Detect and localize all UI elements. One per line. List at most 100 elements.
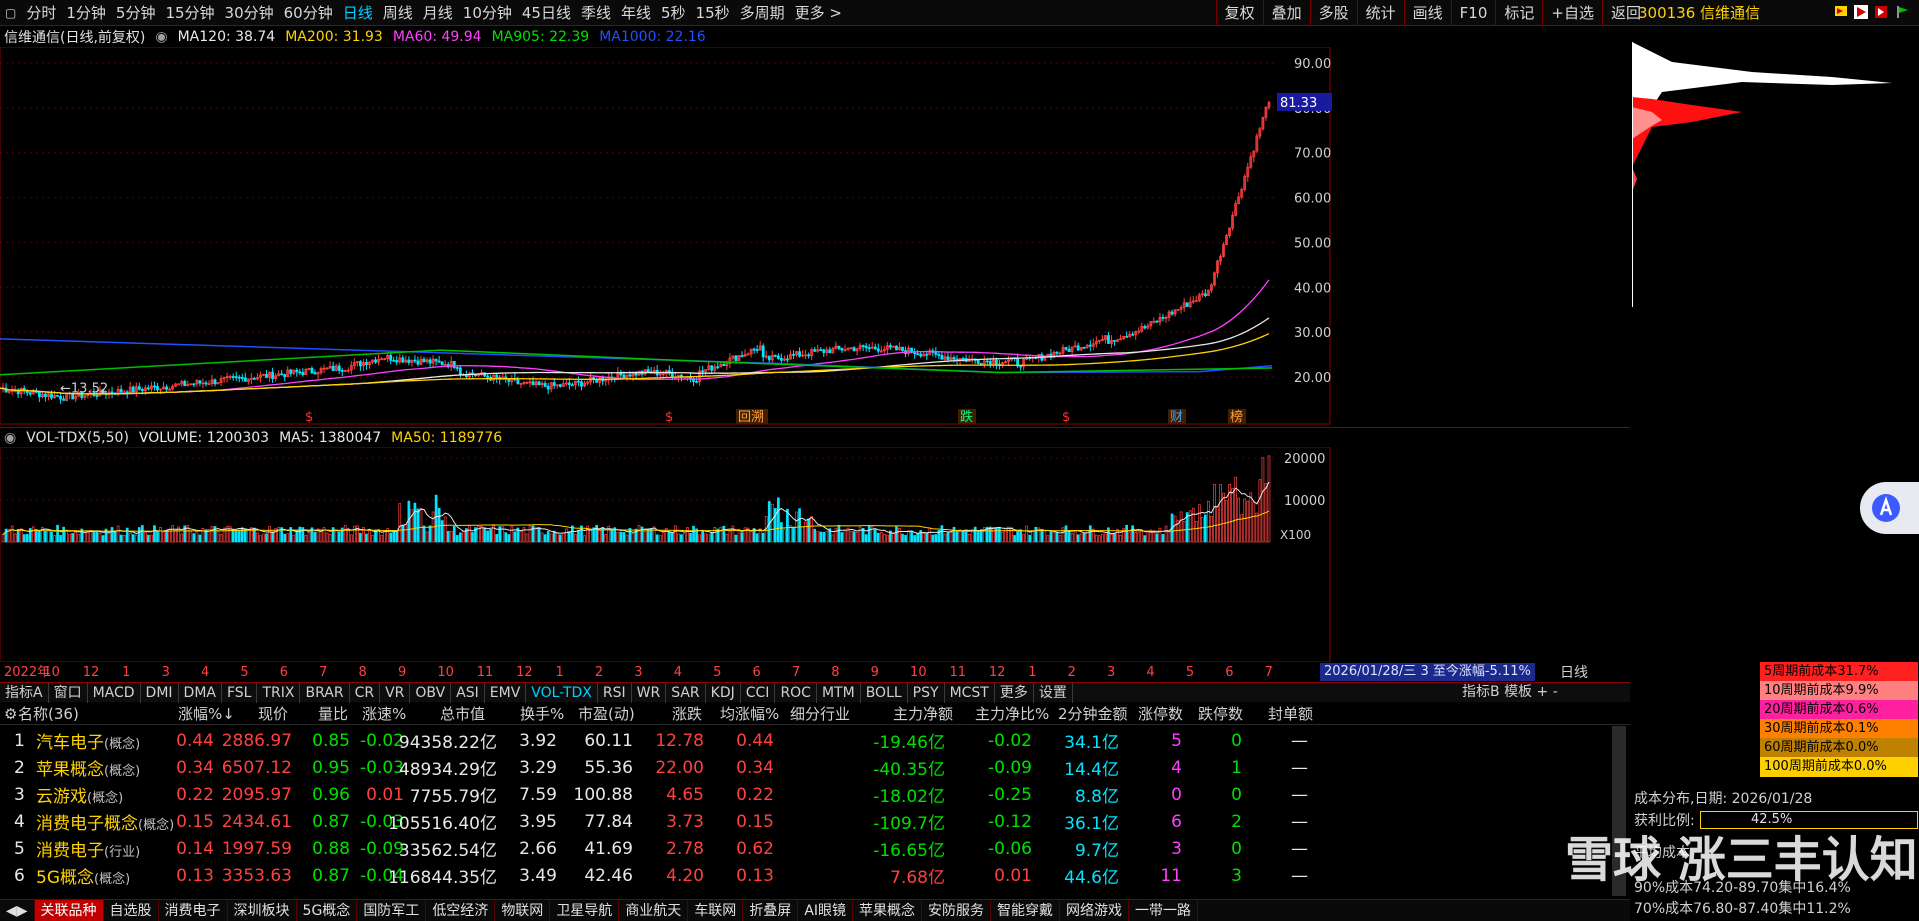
sector-tab[interactable]: 自选股 <box>104 899 159 921</box>
table-row[interactable]: 1 汽车电子(概念) 0.44 2886.97 0.85 -0.02 94358.22亿 3.… <box>0 727 1630 754</box>
tab-weekly[interactable]: 周线 <box>378 0 418 26</box>
indicator-tab[interactable]: 指标A <box>0 682 49 703</box>
column-header[interactable]: 均涨幅% <box>720 703 779 724</box>
indicator-tab[interactable]: VOL-TDX <box>526 682 598 703</box>
ma-dropdown-icon[interactable]: ◉ <box>155 29 167 45</box>
volume-chart[interactable]: 20000 10000 X100 <box>0 447 1332 662</box>
sector-tab[interactable]: 折叠屏 <box>743 899 799 921</box>
tab-5min[interactable]: 5分钟 <box>111 0 161 26</box>
restore-rights-button[interactable]: 复权 <box>1215 0 1263 26</box>
tab-multi-period[interactable]: 多周期 <box>735 0 790 26</box>
flag-icon-2[interactable] <box>1896 5 1910 19</box>
indicator-tab[interactable]: FSL <box>222 682 258 703</box>
sector-tab[interactable]: 关联品种 <box>34 899 104 921</box>
sector-tab[interactable]: 苹果概念 <box>853 899 923 921</box>
table-row[interactable]: 5 消费电子(行业) 0.14 1997.59 0.88 -0.09 33562.54亿 2.… <box>0 835 1630 862</box>
indicator-b-tab[interactable]: 指标B 模板 + - <box>1462 682 1558 702</box>
column-header[interactable]: 跌停数 <box>1198 703 1243 724</box>
column-header[interactable]: 2分钟金额 <box>1058 703 1128 724</box>
tab-15sec[interactable]: 15秒 <box>691 0 735 26</box>
column-header[interactable]: 涨停数 <box>1138 703 1183 724</box>
sector-tab[interactable]: 消费电子 <box>159 899 228 921</box>
indicator-tab[interactable]: 设置 <box>1034 682 1073 703</box>
column-header[interactable]: 现价 <box>258 703 288 724</box>
sector-tab[interactable]: 卫星导航 <box>550 899 620 921</box>
tab-monthly[interactable]: 月线 <box>418 0 458 26</box>
table-row[interactable]: 3 云游戏(概念) 0.22 2095.97 0.96 0.01 7755.79亿 7.59 1… <box>0 781 1630 808</box>
column-header[interactable]: 总市值 <box>440 703 485 724</box>
tab-5sec[interactable]: 5秒 <box>656 0 691 26</box>
indicator-tab[interactable]: WR <box>632 682 667 703</box>
indicator-tab[interactable]: CCI <box>741 682 776 703</box>
column-header[interactable]: 主力净比% <box>975 703 1049 724</box>
tab-fenshi[interactable]: 分时 <box>21 0 61 26</box>
indicator-tab[interactable]: MTM <box>817 682 861 703</box>
tab-30min[interactable]: 30分钟 <box>220 0 279 26</box>
column-header[interactable]: 细分行业 <box>790 703 850 724</box>
indicator-tab[interactable]: SAR <box>666 682 706 703</box>
indicator-tab[interactable]: EMV <box>485 682 527 703</box>
sector-tab[interactable]: 物联网 <box>495 899 551 921</box>
play-icon[interactable] <box>1854 5 1868 19</box>
flag-icon[interactable] <box>1834 5 1848 19</box>
multi-stock-button[interactable]: 多股 <box>1309 0 1357 26</box>
column-header[interactable]: 名称(36) <box>18 703 79 724</box>
stats-button[interactable]: 统计 <box>1356 0 1404 26</box>
draw-line-button[interactable]: 画线 <box>1403 0 1451 26</box>
column-header[interactable]: 主力净额 <box>893 703 953 724</box>
tab-more[interactable]: 更多 > <box>790 0 847 26</box>
indicator-tab[interactable]: ROC <box>775 682 817 703</box>
indicator-tab[interactable]: PSY <box>908 682 945 703</box>
tab-45day[interactable]: 45日线 <box>517 0 576 26</box>
tab-daily[interactable]: 日线 <box>338 0 378 26</box>
indicator-tab[interactable]: BRAR <box>300 682 350 703</box>
sector-tab[interactable]: 车联网 <box>688 899 744 921</box>
alert-icon[interactable] <box>1874 5 1888 19</box>
column-header[interactable]: 涨幅%↓ <box>178 703 235 724</box>
table-row[interactable]: 6 5G概念(概念) 0.13 3353.63 0.87 -0.04 116844.35亿 3… <box>0 862 1630 889</box>
column-header[interactable]: 量比 <box>318 703 348 724</box>
sector-tab[interactable]: 安防服务 <box>922 899 992 921</box>
sector-tab[interactable]: 智能穿戴 <box>991 899 1061 921</box>
mark-button[interactable]: 标记 <box>1495 0 1542 26</box>
tab-10day[interactable]: 10分钟 <box>458 0 517 26</box>
vol-dropdown-icon[interactable]: ◉ <box>4 430 16 446</box>
table-row[interactable]: 2 苹果概念(概念) 0.34 6507.12 0.95 -0.03 48934.29亿 3.… <box>0 754 1630 781</box>
indicator-tab[interactable]: ASI <box>451 682 485 703</box>
settings-icon[interactable]: ⚙ <box>4 705 17 723</box>
window-icon[interactable]: ▢ <box>0 0 21 26</box>
candlestick-chart[interactable]: 94.58 ←13.52 $ $ 回溯 跌 $ 财 榜 <box>0 47 1630 425</box>
indicator-tab[interactable]: BOLL <box>861 682 908 703</box>
tab-nav-arrows[interactable]: ◀▶ <box>0 899 35 921</box>
sector-tab[interactable]: 网络游戏 <box>1060 899 1130 921</box>
overlay-button[interactable]: 叠加 <box>1262 0 1310 26</box>
sector-tab[interactable]: 商业航天 <box>619 899 689 921</box>
indicator-tab[interactable]: 窗口 <box>49 682 88 703</box>
sector-tab[interactable]: 一带一路 <box>1129 899 1199 921</box>
sector-tab[interactable]: 国防军工 <box>357 899 427 921</box>
indicator-tab[interactable]: OBV <box>410 682 452 703</box>
indicator-tab[interactable]: DMI <box>141 682 179 703</box>
indicator-tab[interactable]: MCST <box>945 682 995 703</box>
indicator-tab[interactable]: RSI <box>598 682 632 703</box>
indicator-tab[interactable]: CR <box>350 682 381 703</box>
tab-1min[interactable]: 1分钟 <box>61 0 111 26</box>
sector-tab[interactable]: 深圳板块 <box>228 899 297 921</box>
indicator-tab[interactable]: VR <box>380 682 411 703</box>
add-watchlist-button[interactable]: +自选 <box>1542 0 1602 26</box>
column-header[interactable]: 市盈(动) <box>578 703 635 724</box>
column-header[interactable]: 换手% <box>520 703 564 724</box>
indicator-tab[interactable]: KDJ <box>706 682 741 703</box>
tab-quarter[interactable]: 季线 <box>576 0 616 26</box>
indicator-tab[interactable]: TRIX <box>257 682 301 703</box>
sector-tab[interactable]: AI眼镜 <box>798 899 854 921</box>
column-header[interactable]: 涨速% <box>362 703 406 724</box>
tab-year[interactable]: 年线 <box>616 0 656 26</box>
f10-button[interactable]: F10 <box>1450 0 1496 26</box>
sector-tab[interactable]: 低空经济 <box>426 899 496 921</box>
indicator-tab[interactable]: 更多 <box>995 682 1034 703</box>
indicator-tab[interactable]: DMA <box>179 682 222 703</box>
column-header[interactable]: 涨跌 <box>672 703 702 724</box>
tab-60min[interactable]: 60分钟 <box>279 0 338 26</box>
indicator-tab[interactable]: MACD <box>88 682 141 703</box>
